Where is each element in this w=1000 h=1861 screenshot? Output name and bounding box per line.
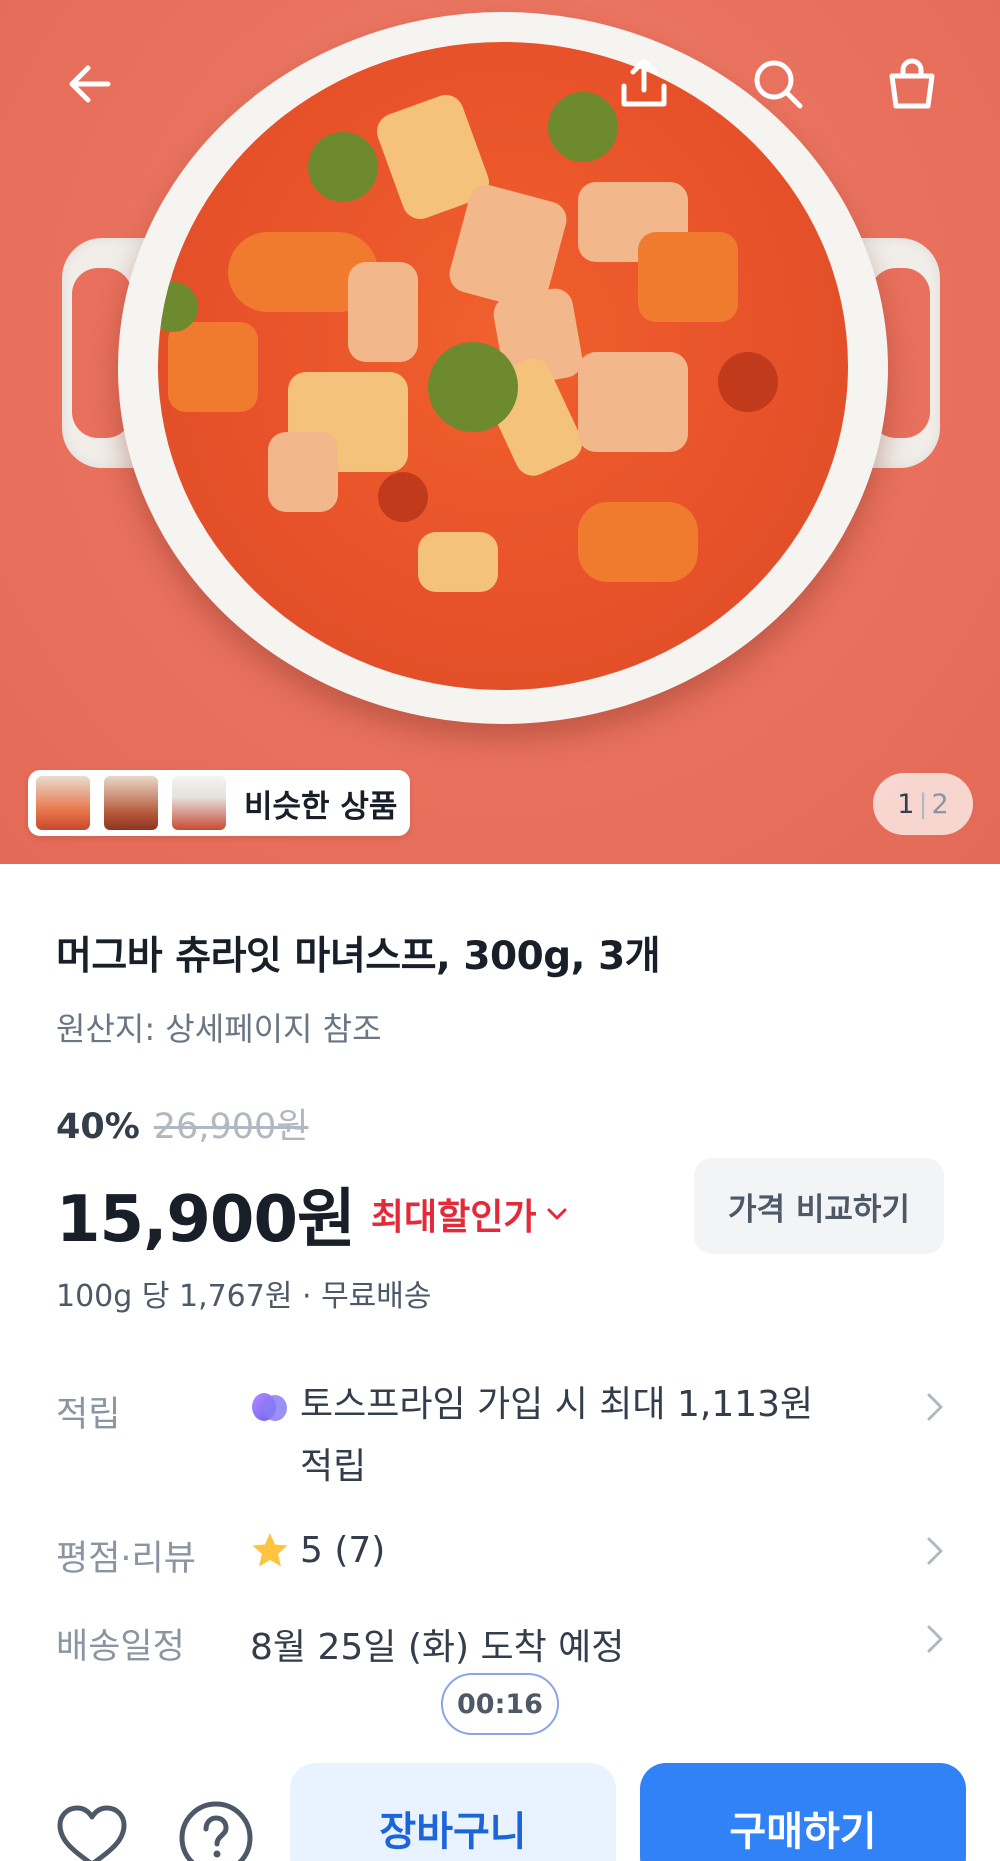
- help-button[interactable]: [176, 1798, 256, 1861]
- delivery-info: 8월 25일 (화) 도착 예정: [250, 1618, 904, 1670]
- toss-prime-icon: [252, 1393, 287, 1421]
- sale-price: 15,900원: [56, 1183, 356, 1257]
- bottom-action-bar: 장바구니 구매하기: [0, 1756, 1000, 1861]
- back-button[interactable]: [54, 48, 126, 120]
- discount-rate: 40%: [56, 1107, 140, 1147]
- similar-thumbnail: [172, 776, 226, 830]
- cart-icon-button[interactable]: [876, 48, 948, 120]
- product-image[interactable]: 비슷한 상품 1 | 2: [0, 0, 1000, 864]
- arrow-left-icon: [69, 65, 111, 103]
- chevron-right-icon: [904, 1386, 944, 1498]
- delivery-label: 배송일정: [56, 1627, 185, 1667]
- points-value: 토스프라임 가입 시 최대 1,113원 적립: [300, 1384, 814, 1487]
- rating-row[interactable]: 평점·리뷰 5 (7): [56, 1530, 944, 1581]
- heart-icon: [57, 1805, 127, 1861]
- pager-separator: |: [918, 788, 928, 820]
- add-to-cart-button[interactable]: 장바구니: [290, 1763, 616, 1861]
- timer-badge: 00:16: [441, 1673, 559, 1735]
- soup-contents: [158, 42, 848, 690]
- chevron-down-icon: [547, 1208, 567, 1220]
- compare-price-button[interactable]: 가격 비교하기: [694, 1158, 944, 1254]
- search-button[interactable]: [742, 48, 814, 120]
- star-icon: [252, 1533, 288, 1567]
- discount-row: 40% 26,900원: [56, 1098, 308, 1149]
- wishlist-button[interactable]: [52, 1798, 132, 1861]
- product-origin: 원산지: 상세페이지 참조: [56, 1010, 382, 1048]
- original-price: 26,900원: [153, 1107, 309, 1147]
- pager-total: 2: [931, 788, 949, 820]
- points-row[interactable]: 적립 토스프라임 가입 시 최대 1,113원 적립: [56, 1384, 944, 1498]
- price-row: 15,900원 최대할인가: [56, 1168, 568, 1260]
- points-info: 토스프라임 가입 시 최대 1,113원 적립: [250, 1384, 904, 1498]
- similar-thumbnail: [104, 776, 158, 830]
- image-pager: 1 | 2: [873, 773, 973, 835]
- buy-now-button[interactable]: 구매하기: [640, 1763, 966, 1861]
- max-discount-label: 최대할인가: [370, 1197, 537, 1238]
- share-icon: [621, 58, 667, 107]
- share-button[interactable]: [608, 48, 680, 120]
- chevron-right-icon: [904, 1618, 944, 1670]
- rating-label: 평점·리뷰: [56, 1539, 196, 1579]
- product-title: 머그바 츄라잇 마녀스프, 300g, 3개: [56, 934, 661, 979]
- shopping-bag-icon: [889, 58, 935, 109]
- pager-current: 1: [897, 788, 915, 820]
- search-icon: [754, 60, 803, 109]
- rating-info: 5 (7): [250, 1530, 904, 1581]
- similar-products-button[interactable]: 비슷한 상품: [28, 770, 410, 836]
- similar-thumbnail: [36, 776, 90, 830]
- similar-products-label: 비슷한 상품: [244, 788, 398, 825]
- unit-price-shipping: 100g 당 1,767원 · 무료배송: [56, 1279, 432, 1314]
- question-circle-icon: [179, 1801, 253, 1861]
- rating-value: 5 (7): [300, 1530, 386, 1571]
- delivery-row[interactable]: 배송일정 8월 25일 (화) 도착 예정: [56, 1618, 944, 1670]
- points-label: 적립: [56, 1395, 121, 1435]
- max-discount-dropdown[interactable]: 최대할인가: [371, 1188, 569, 1240]
- chevron-right-icon: [904, 1530, 944, 1581]
- delivery-value: 8월 25일 (화) 도착 예정: [250, 1627, 625, 1668]
